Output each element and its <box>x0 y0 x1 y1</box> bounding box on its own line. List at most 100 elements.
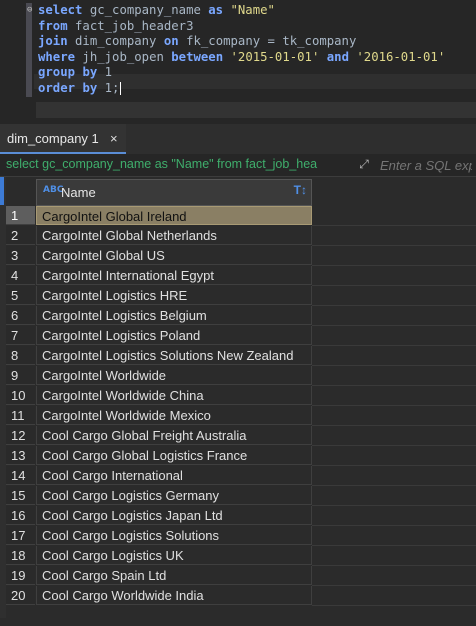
row-number[interactable]: 13 <box>6 446 35 465</box>
table-row[interactable]: 11 CargoIntel Worldwide Mexico <box>0 406 476 426</box>
empty-row-area <box>312 326 476 346</box>
row-number[interactable]: 1 <box>6 206 35 225</box>
sql-keyword: as <box>208 3 224 17</box>
sort-filter-icon[interactable]: T↕ <box>294 183 307 197</box>
table-row[interactable]: 19 Cool Cargo Spain Ltd <box>0 566 476 586</box>
sql-keyword: on <box>163 34 179 48</box>
sql-text: 1 <box>97 65 113 79</box>
table-row[interactable]: 7 CargoIntel Logistics Poland <box>0 326 476 346</box>
name-cell[interactable]: CargoIntel Global Ireland <box>36 206 312 225</box>
table-row[interactable]: 17 Cool Cargo Logistics Solutions <box>0 526 476 546</box>
column-header-label: Name <box>61 185 96 200</box>
name-cell[interactable]: CargoIntel Global Netherlands <box>36 226 312 245</box>
table-row[interactable]: 9 CargoIntel Worldwide <box>0 366 476 386</box>
name-cell[interactable]: CargoIntel Logistics Solutions New Zeala… <box>36 346 312 365</box>
name-cell[interactable]: CargoIntel Worldwide Mexico <box>36 406 312 425</box>
table-row[interactable]: 20 Cool Cargo Worldwide India <box>0 586 476 606</box>
column-header-name[interactable]: ABC Name T↕ <box>36 179 312 206</box>
table-row[interactable]: 3 CargoIntel Global US <box>0 246 476 266</box>
sql-keyword: by <box>82 80 98 95</box>
name-cell[interactable]: Cool Cargo Logistics Germany <box>36 486 312 505</box>
name-cell[interactable]: Cool Cargo Logistics UK <box>36 546 312 565</box>
sql-text: gc_company_name <box>82 3 209 17</box>
name-cell[interactable]: Cool Cargo Logistics Japan Ltd <box>36 506 312 525</box>
row-number[interactable]: 6 <box>6 306 35 325</box>
table-row[interactable]: 8 CargoIntel Logistics Solutions New Zeal… <box>0 346 476 366</box>
table-row[interactable]: 14 Cool Cargo International <box>0 466 476 486</box>
table-row[interactable]: 6 CargoIntel Logistics Belgium <box>0 306 476 326</box>
row-number[interactable]: 9 <box>6 366 35 385</box>
code-line[interactable]: join dim_company on fk_company = tk_comp… <box>38 34 445 50</box>
row-number[interactable]: 4 <box>6 266 35 285</box>
table-row[interactable]: 13 Cool Cargo Global Logistics France <box>0 446 476 466</box>
sql-text: 1; <box>97 80 120 95</box>
close-icon[interactable]: × <box>110 124 118 154</box>
results-grid[interactable]: ABC Name T↕ 1 CargoIntel Global Ireland 2 C… <box>0 177 476 618</box>
row-number[interactable]: 5 <box>6 286 35 305</box>
row-number[interactable]: 14 <box>6 466 35 485</box>
row-number[interactable]: 19 <box>6 566 35 585</box>
row-number[interactable]: 3 <box>6 246 35 265</box>
sql-keyword: between <box>171 49 224 64</box>
table-row[interactable]: 2 CargoIntel Global Netherlands <box>0 226 476 246</box>
name-cell[interactable]: Cool Cargo International <box>36 466 312 485</box>
table-row[interactable]: 15 Cool Cargo Logistics Germany <box>0 486 476 506</box>
code-line[interactable]: where jh_job_open between '2015-01-01' a… <box>38 50 445 66</box>
row-number[interactable]: 8 <box>6 346 35 365</box>
name-cell[interactable]: CargoIntel Logistics HRE <box>36 286 312 305</box>
code-line[interactable]: select gc_company_name as "Name" <box>38 3 445 19</box>
name-cell[interactable]: Cool Cargo Worldwide India <box>36 586 312 605</box>
name-cell[interactable]: CargoIntel Global US <box>36 246 312 265</box>
row-number[interactable]: 12 <box>6 426 35 445</box>
table-row[interactable]: 12 Cool Cargo Global Freight Australia <box>0 426 476 446</box>
sql-keyword: and <box>326 49 349 64</box>
empty-row-area <box>312 246 476 266</box>
name-cell[interactable]: Cool Cargo Logistics Solutions <box>36 526 312 545</box>
editor-horizontal-scrollbar[interactable] <box>36 102 476 118</box>
empty-row-area <box>312 346 476 366</box>
row-number[interactable]: 18 <box>6 546 35 565</box>
empty-row-area <box>312 566 476 586</box>
table-row[interactable]: 10 CargoIntel Worldwide China <box>0 386 476 406</box>
row-number[interactable]: 17 <box>6 526 35 545</box>
sql-editor[interactable]: ⊖ select gc_company_name as "Name" from f… <box>0 0 476 124</box>
sql-code[interactable]: select gc_company_name as "Name" from fac… <box>38 3 445 96</box>
row-number[interactable]: 15 <box>6 486 35 505</box>
table-row[interactable]: 1 CargoIntel Global Ireland <box>0 206 476 226</box>
row-number[interactable]: 11 <box>6 406 35 425</box>
name-cell[interactable]: Cool Cargo Spain Ltd <box>36 566 312 585</box>
code-line[interactable]: from fact_job_header3 <box>38 19 445 35</box>
row-number[interactable]: 10 <box>6 386 35 405</box>
table-row[interactable]: 4 CargoIntel International Egypt <box>0 266 476 286</box>
query-text: select gc_company_name as "Name" from fa… <box>6 157 318 171</box>
expand-icon[interactable]: ⤢ <box>357 157 371 171</box>
row-number[interactable]: 20 <box>6 586 35 605</box>
name-cell[interactable]: CargoIntel Logistics Poland <box>36 326 312 345</box>
table-row[interactable]: 16 Cool Cargo Logistics Japan Ltd <box>0 506 476 526</box>
name-cell[interactable]: CargoIntel Worldwide China <box>36 386 312 405</box>
name-cell[interactable]: CargoIntel Worldwide <box>36 366 312 385</box>
sql-keyword: select <box>38 3 83 17</box>
name-cell[interactable]: CargoIntel International Egypt <box>36 266 312 285</box>
code-line[interactable]: order by 1; <box>38 81 445 97</box>
name-cell[interactable]: Cool Cargo Global Freight Australia <box>36 426 312 445</box>
code-line[interactable]: group by 1 <box>38 65 445 81</box>
sql-keyword: group <box>38 65 76 79</box>
empty-row-area <box>312 286 476 306</box>
sql-string: '2015-01-01' <box>230 49 320 64</box>
name-cell[interactable]: Cool Cargo Global Logistics France <box>36 446 312 465</box>
empty-row <box>0 606 476 626</box>
row-number[interactable]: 2 <box>6 226 35 245</box>
table-row[interactable]: 18 Cool Cargo Logistics UK <box>0 546 476 566</box>
fold-icon[interactable]: ⊖ <box>27 6 35 15</box>
name-cell[interactable]: CargoIntel Logistics Belgium <box>36 306 312 325</box>
sql-filter-input[interactable] <box>376 154 476 176</box>
tab-dim-company-1[interactable]: dim_company 1 × <box>0 124 126 154</box>
sql-text: fk_company = tk_company <box>178 34 357 48</box>
row-number[interactable]: 16 <box>6 506 35 525</box>
empty-row-area <box>312 386 476 406</box>
grid-corner[interactable] <box>0 177 4 205</box>
table-row[interactable]: 5 CargoIntel Logistics HRE <box>0 286 476 306</box>
empty-row-area <box>312 406 476 426</box>
row-number[interactable]: 7 <box>6 326 35 345</box>
